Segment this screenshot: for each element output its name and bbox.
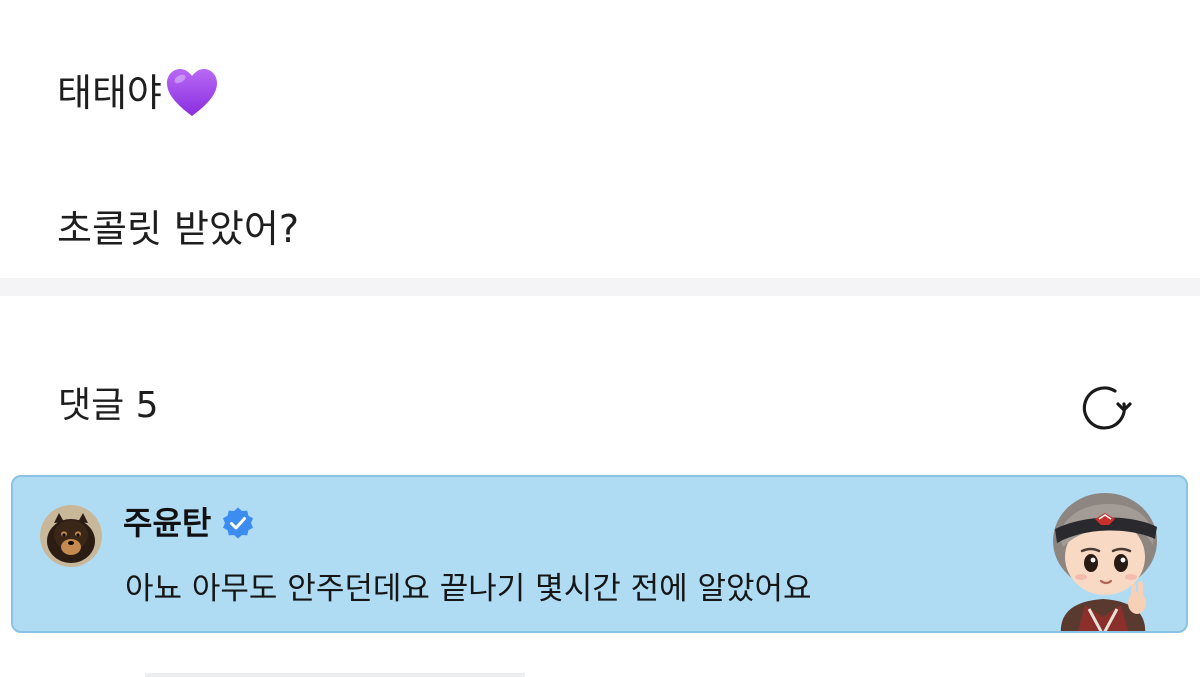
bottom-divider bbox=[145, 673, 525, 677]
post-greeting: 태태야 bbox=[57, 71, 162, 115]
comment-author-row: 주윤탄 bbox=[123, 501, 255, 545]
dog-avatar-icon bbox=[40, 505, 102, 567]
highlighted-comment[interactable]: 주윤탄 아뇨 아무도 안주던데요 끝나기 몇시간 전에 알았어요 bbox=[11, 475, 1188, 633]
comment-body: 아뇨 아무도 안주던데요 끝나기 몇시간 전에 알았어요 bbox=[125, 571, 812, 607]
refresh-icon[interactable] bbox=[1077, 380, 1133, 436]
comment-author-name[interactable]: 주윤탄 bbox=[123, 501, 211, 545]
comments-count-header: 댓글 5 bbox=[58, 385, 159, 426]
post-text-line-1: 태태야 bbox=[57, 66, 220, 120]
character-sticker-icon bbox=[1053, 493, 1157, 631]
post-question: 초콜릿 받았어? bbox=[57, 207, 300, 251]
author-avatar[interactable] bbox=[40, 505, 102, 567]
verified-badge-icon bbox=[223, 507, 254, 539]
post-detail-page: 태태야 초콜릿 받았어? 댓글 5 주윤탄 아뇨 아무도 안주던데요 끝나기 몇… bbox=[0, 0, 1200, 677]
purple-heart-icon bbox=[166, 69, 217, 116]
section-divider bbox=[0, 278, 1200, 296]
post-text-line-2: 초콜릿 받았어? bbox=[57, 205, 299, 253]
